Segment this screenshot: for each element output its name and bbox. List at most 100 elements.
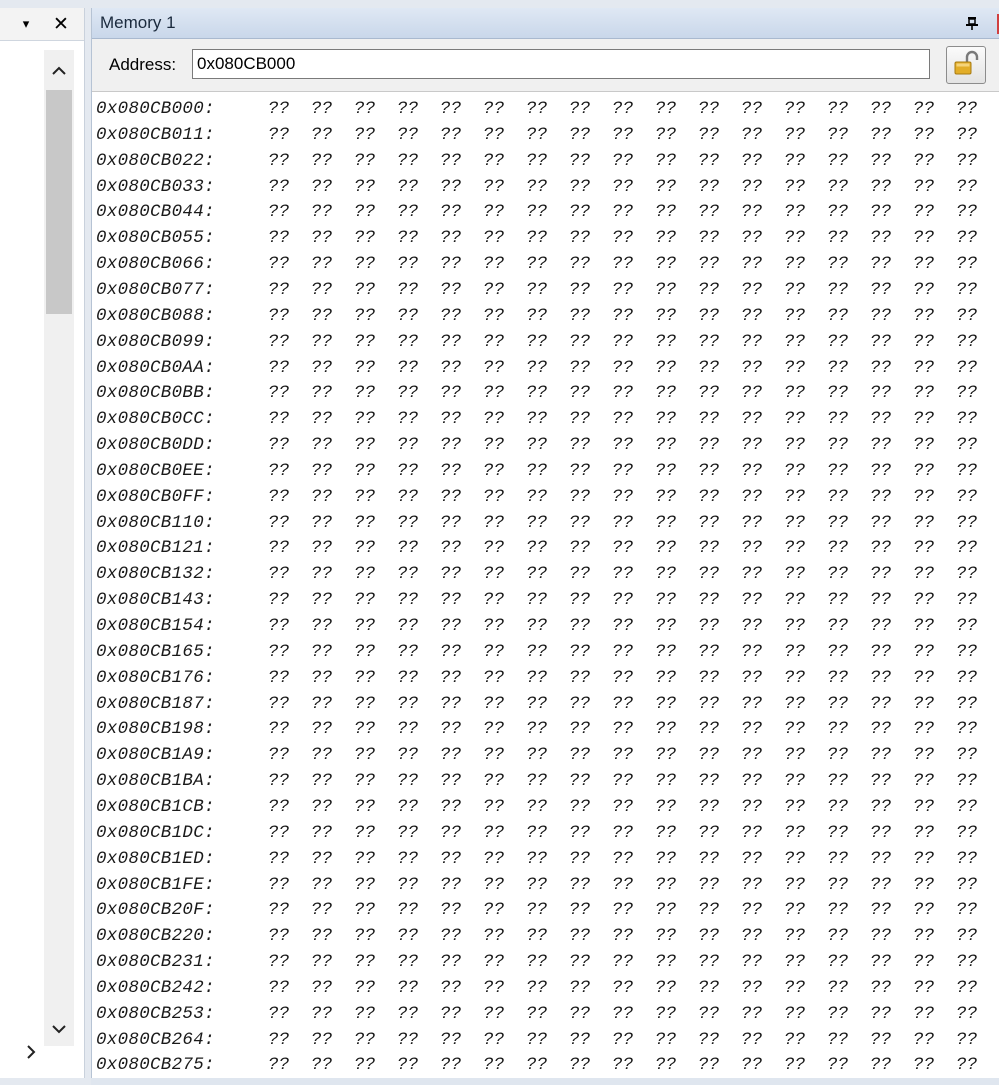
memory-byte-cell[interactable]: ?? xyxy=(913,590,956,610)
memory-byte-cell[interactable]: ?? xyxy=(268,642,311,662)
memory-byte-cell[interactable]: ?? xyxy=(483,461,526,481)
memory-byte-cell[interactable]: ?? xyxy=(956,1055,997,1075)
memory-byte-cell[interactable]: ?? xyxy=(354,564,397,584)
memory-byte-cell[interactable]: ?? xyxy=(440,668,483,688)
memory-byte-cell[interactable]: ?? xyxy=(612,797,655,817)
memory-byte-cell[interactable]: ?? xyxy=(870,1030,913,1050)
memory-byte-cell[interactable]: ?? xyxy=(827,254,870,274)
memory-byte-cell[interactable]: ?? xyxy=(827,99,870,119)
memory-byte-cell[interactable]: ?? xyxy=(483,978,526,998)
memory-byte-cell[interactable]: ?? xyxy=(612,383,655,403)
memory-byte-cell[interactable]: ?? xyxy=(612,1004,655,1024)
memory-byte-cell[interactable]: ?? xyxy=(311,1030,354,1050)
memory-byte-cell[interactable]: ?? xyxy=(870,564,913,584)
memory-byte-cell[interactable]: ?? xyxy=(268,978,311,998)
memory-byte-cell[interactable]: ?? xyxy=(311,306,354,326)
memory-byte-cell[interactable]: ?? xyxy=(655,926,698,946)
memory-byte-cell[interactable]: ?? xyxy=(483,1055,526,1075)
memory-byte-cell[interactable]: ?? xyxy=(268,306,311,326)
memory-byte-cell[interactable]: ?? xyxy=(870,151,913,171)
memory-byte-cell[interactable]: ?? xyxy=(655,513,698,533)
memory-byte-cell[interactable]: ?? xyxy=(913,1030,956,1050)
memory-byte-cell[interactable]: ?? xyxy=(913,616,956,636)
memory-byte-cell[interactable]: ?? xyxy=(440,151,483,171)
memory-byte-cell[interactable]: ?? xyxy=(354,745,397,765)
memory-byte-cell[interactable]: ?? xyxy=(784,461,827,481)
memory-byte-cell[interactable]: ?? xyxy=(354,875,397,895)
memory-byte-cell[interactable]: ?? xyxy=(268,849,311,869)
memory-byte-cell[interactable]: ?? xyxy=(698,461,741,481)
memory-byte-cell[interactable]: ?? xyxy=(870,513,913,533)
memory-byte-cell[interactable]: ?? xyxy=(612,358,655,378)
memory-byte-cell[interactable]: ?? xyxy=(569,513,612,533)
memory-byte-cell[interactable]: ?? xyxy=(913,978,956,998)
memory-byte-cell[interactable]: ?? xyxy=(870,487,913,507)
memory-byte-cell[interactable]: ?? xyxy=(698,642,741,662)
memory-byte-cell[interactable]: ?? xyxy=(913,435,956,455)
memory-byte-cell[interactable]: ?? xyxy=(741,409,784,429)
memory-byte-cell[interactable]: ?? xyxy=(870,461,913,481)
memory-byte-cell[interactable]: ?? xyxy=(483,875,526,895)
memory-byte-cell[interactable]: ?? xyxy=(311,823,354,843)
memory-byte-cell[interactable]: ?? xyxy=(440,1055,483,1075)
memory-byte-cell[interactable]: ?? xyxy=(655,1055,698,1075)
memory-byte-cell[interactable]: ?? xyxy=(741,1055,784,1075)
memory-row[interactable]: 0x080CB242:?????????????????????????????… xyxy=(96,978,997,1003)
memory-byte-cell[interactable]: ?? xyxy=(956,1030,997,1050)
memory-byte-cell[interactable]: ?? xyxy=(784,538,827,558)
memory-byte-cell[interactable]: ?? xyxy=(397,1055,440,1075)
memory-byte-cell[interactable]: ?? xyxy=(956,745,997,765)
memory-byte-cell[interactable]: ?? xyxy=(354,719,397,739)
memory-byte-cell[interactable]: ?? xyxy=(569,409,612,429)
memory-byte-cell[interactable]: ?? xyxy=(268,616,311,636)
memory-byte-cell[interactable]: ?? xyxy=(311,694,354,714)
memory-byte-cell[interactable]: ?? xyxy=(827,280,870,300)
memory-byte-cell[interactable]: ?? xyxy=(268,513,311,533)
memory-byte-cell[interactable]: ?? xyxy=(741,228,784,248)
memory-byte-cell[interactable]: ?? xyxy=(870,823,913,843)
memory-byte-cell[interactable]: ?? xyxy=(655,849,698,869)
memory-byte-cell[interactable]: ?? xyxy=(741,125,784,145)
chevron-down-icon[interactable] xyxy=(44,1014,74,1044)
memory-byte-cell[interactable]: ?? xyxy=(526,900,569,920)
memory-byte-cell[interactable]: ?? xyxy=(569,745,612,765)
memory-byte-cell[interactable]: ?? xyxy=(956,978,997,998)
memory-byte-cell[interactable]: ?? xyxy=(526,125,569,145)
memory-byte-cell[interactable]: ?? xyxy=(612,926,655,946)
memory-byte-cell[interactable]: ?? xyxy=(784,668,827,688)
memory-byte-cell[interactable]: ?? xyxy=(268,125,311,145)
memory-byte-cell[interactable]: ?? xyxy=(655,332,698,352)
memory-byte-cell[interactable]: ?? xyxy=(440,358,483,378)
memory-byte-cell[interactable]: ?? xyxy=(698,306,741,326)
memory-byte-cell[interactable]: ?? xyxy=(354,306,397,326)
memory-byte-cell[interactable]: ?? xyxy=(655,228,698,248)
memory-byte-cell[interactable]: ?? xyxy=(612,151,655,171)
memory-byte-cell[interactable]: ?? xyxy=(483,487,526,507)
memory-byte-cell[interactable]: ?? xyxy=(913,564,956,584)
memory-byte-cell[interactable]: ?? xyxy=(440,797,483,817)
memory-byte-cell[interactable]: ?? xyxy=(354,616,397,636)
memory-byte-cell[interactable]: ?? xyxy=(956,719,997,739)
memory-byte-cell[interactable]: ?? xyxy=(956,461,997,481)
memory-byte-cell[interactable]: ?? xyxy=(526,487,569,507)
memory-byte-cell[interactable]: ?? xyxy=(268,461,311,481)
memory-byte-cell[interactable]: ?? xyxy=(354,849,397,869)
memory-byte-cell[interactable]: ?? xyxy=(655,383,698,403)
memory-byte-cell[interactable]: ?? xyxy=(698,228,741,248)
memory-byte-cell[interactable]: ?? xyxy=(483,332,526,352)
memory-byte-cell[interactable]: ?? xyxy=(870,538,913,558)
memory-byte-cell[interactable]: ?? xyxy=(741,590,784,610)
memory-byte-cell[interactable]: ?? xyxy=(397,1004,440,1024)
memory-byte-cell[interactable]: ?? xyxy=(354,383,397,403)
memory-byte-cell[interactable]: ?? xyxy=(397,202,440,222)
memory-byte-cell[interactable]: ?? xyxy=(784,177,827,197)
memory-byte-cell[interactable]: ?? xyxy=(526,538,569,558)
memory-byte-cell[interactable]: ?? xyxy=(311,1004,354,1024)
memory-byte-cell[interactable]: ?? xyxy=(612,616,655,636)
memory-byte-cell[interactable]: ?? xyxy=(483,538,526,558)
memory-byte-cell[interactable]: ?? xyxy=(569,694,612,714)
memory-row[interactable]: 0x080CB143:?????????????????????????????… xyxy=(96,590,997,615)
memory-byte-cell[interactable]: ?? xyxy=(569,590,612,610)
memory-row[interactable]: 0x080CB0FF:?????????????????????????????… xyxy=(96,487,997,512)
memory-byte-cell[interactable]: ?? xyxy=(354,487,397,507)
